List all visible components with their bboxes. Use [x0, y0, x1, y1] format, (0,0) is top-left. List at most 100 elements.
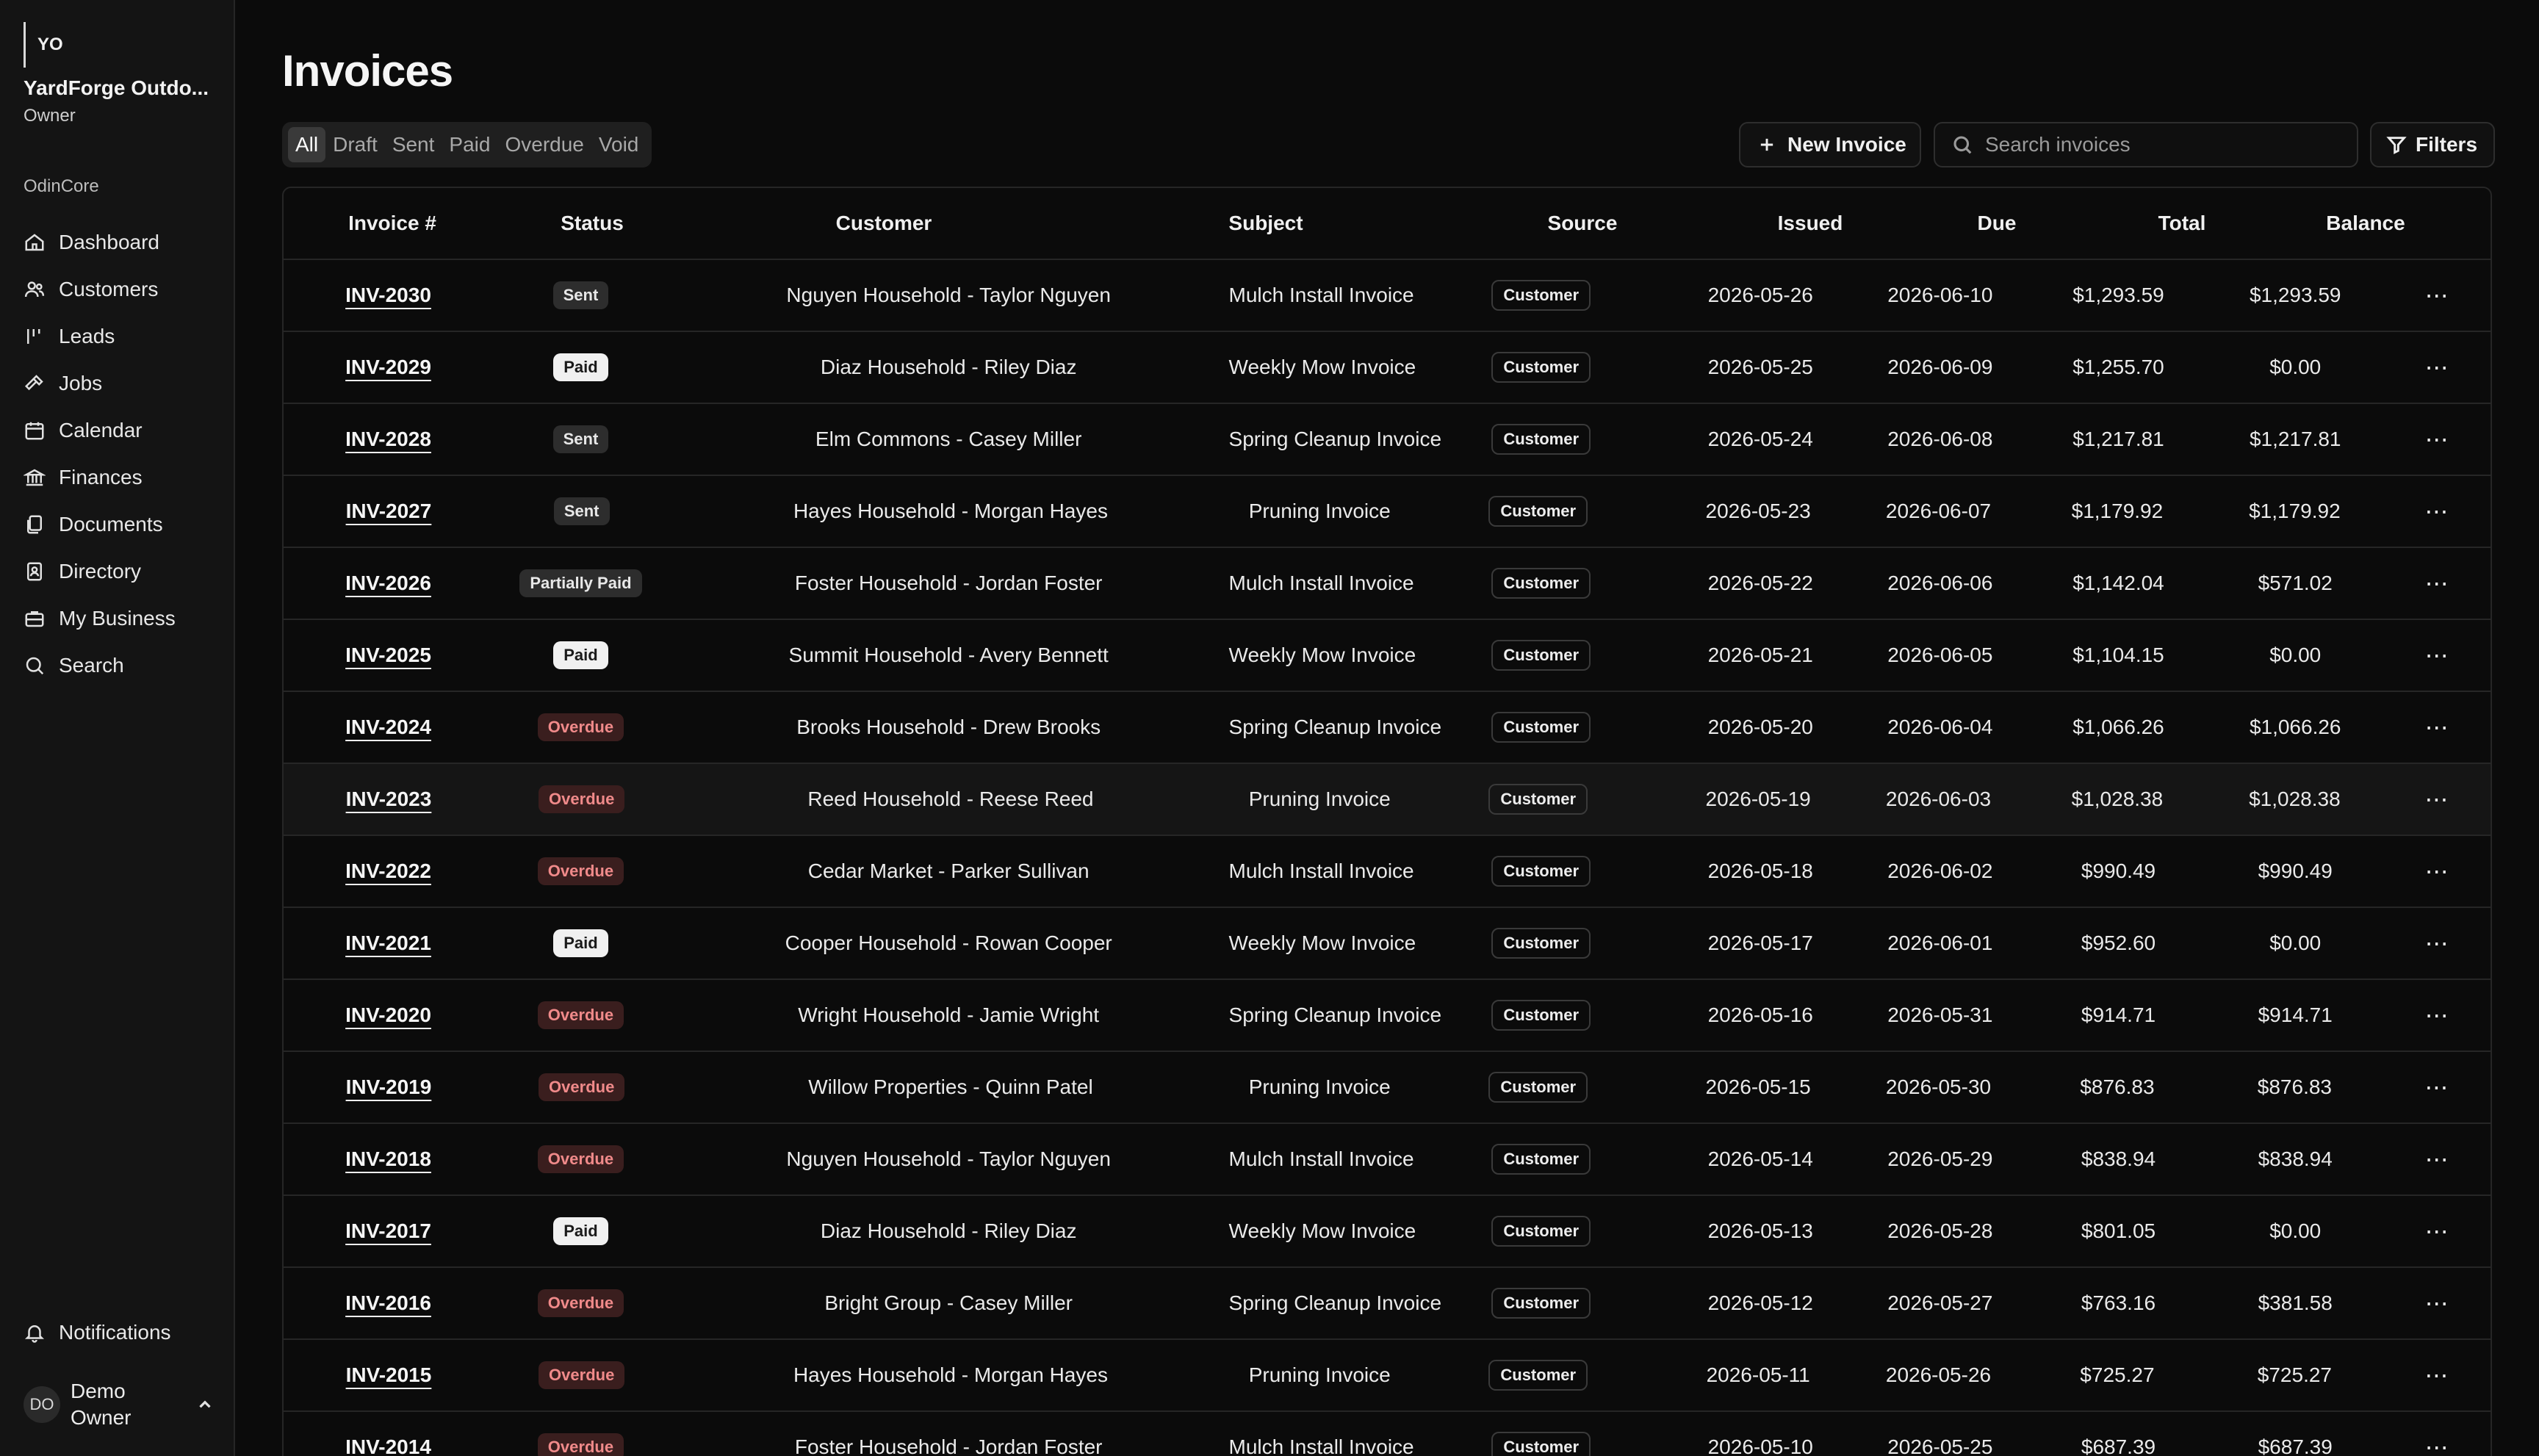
- search-box[interactable]: [1934, 122, 2358, 167]
- sidebar-item-my-business[interactable]: My Business: [24, 595, 222, 642]
- invoice-link[interactable]: INV-2023: [346, 788, 432, 810]
- tab-paid[interactable]: Paid: [442, 127, 497, 162]
- table-row[interactable]: INV-2014 Overdue Foster Household - Jordan…: [284, 1412, 2491, 1456]
- more-horizontal-icon[interactable]: ⋯: [2425, 354, 2450, 381]
- sidebar-item-jobs[interactable]: Jobs: [24, 360, 222, 407]
- tab-void[interactable]: Void: [591, 127, 647, 162]
- sidebar-item-dashboard[interactable]: Dashboard: [24, 219, 222, 266]
- org-name: YardForge Outdo...: [24, 76, 209, 99]
- briefcase-icon: [25, 611, 44, 627]
- more-horizontal-icon[interactable]: ⋯: [2425, 1362, 2450, 1388]
- invoice-link[interactable]: INV-2014: [345, 1435, 431, 1456]
- table-row[interactable]: INV-2026 Partially Paid Foster Household -…: [284, 548, 2491, 620]
- tab-all[interactable]: All: [288, 127, 326, 162]
- more-horizontal-icon[interactable]: ⋯: [2425, 714, 2450, 740]
- sidebar: YO YardForge Outdo... Owner OdinCore Das…: [0, 0, 235, 1456]
- balance-cell: $838.94: [2258, 1147, 2333, 1170]
- tab-sent[interactable]: Sent: [385, 127, 442, 162]
- invoice-link[interactable]: INV-2026: [345, 572, 431, 594]
- tab-overdue[interactable]: Overdue: [497, 127, 591, 162]
- source-cell: Customer: [1408, 1360, 1668, 1391]
- balance-cell: $725.27: [2257, 1363, 2332, 1386]
- column-header[interactable]: Balance: [2273, 212, 2458, 235]
- more-horizontal-icon[interactable]: ⋯: [2425, 858, 2450, 884]
- balance-cell: $914.71: [2258, 1003, 2333, 1026]
- sidebar-item-calendar[interactable]: Calendar: [24, 407, 222, 454]
- table-row[interactable]: INV-2015 Overdue Hayes Household - Morgan …: [284, 1340, 2491, 1412]
- invoice-link[interactable]: INV-2022: [345, 859, 431, 882]
- more-horizontal-icon[interactable]: ⋯: [2425, 786, 2450, 812]
- invoice-link[interactable]: INV-2019: [346, 1075, 432, 1098]
- column-header[interactable]: Source: [1447, 212, 1718, 235]
- tab-draft[interactable]: Draft: [325, 127, 385, 162]
- sidebar-item-leads[interactable]: Leads: [24, 313, 222, 360]
- more-horizontal-icon[interactable]: ⋯: [2425, 1218, 2450, 1244]
- more-horizontal-icon[interactable]: ⋯: [2425, 1434, 2450, 1456]
- column-header[interactable]: Total: [2091, 212, 2273, 235]
- due-cell: 2026-05-31: [1887, 1003, 1993, 1026]
- user-menu[interactable]: DO Demo Owner: [24, 1378, 215, 1431]
- column-header[interactable]: Subject: [1084, 212, 1447, 235]
- table-row[interactable]: INV-2017 Paid Diaz Household - Riley Diaz W…: [284, 1196, 2491, 1268]
- invoice-link[interactable]: INV-2029: [345, 356, 431, 378]
- invoice-link[interactable]: INV-2028: [345, 428, 431, 450]
- chevron-up-icon[interactable]: [195, 1395, 215, 1414]
- column-header[interactable]: Status: [501, 212, 683, 235]
- table-row[interactable]: INV-2027 Sent Hayes Household - Morgan Hay…: [284, 476, 2491, 548]
- sidebar-item-directory[interactable]: Directory: [24, 548, 222, 595]
- more-horizontal-icon[interactable]: ⋯: [2425, 1074, 2450, 1100]
- more-horizontal-icon[interactable]: ⋯: [2425, 1002, 2450, 1028]
- more-horizontal-icon[interactable]: ⋯: [2425, 426, 2450, 453]
- subject-cell: Weekly Mow Invoice: [1228, 644, 1416, 666]
- sidebar-item-search[interactable]: Search: [24, 642, 222, 689]
- table-row[interactable]: INV-2020 Overdue Wright Household - Jamie …: [284, 980, 2491, 1052]
- status-badge: Overdue: [537, 1001, 624, 1029]
- table-row[interactable]: INV-2019 Overdue Willow Properties - Quinn…: [284, 1052, 2491, 1124]
- more-horizontal-icon[interactable]: ⋯: [2425, 930, 2450, 956]
- more-horizontal-icon[interactable]: ⋯: [2425, 498, 2450, 525]
- subject-cell: Spring Cleanup Invoice: [1228, 716, 1442, 738]
- column-header[interactable]: Due: [1903, 212, 2091, 235]
- table-row[interactable]: INV-2029 Paid Diaz Household - Riley Diaz W…: [284, 332, 2491, 404]
- invoice-link[interactable]: INV-2017: [345, 1219, 431, 1242]
- invoice-link[interactable]: INV-2018: [345, 1147, 431, 1170]
- table-row[interactable]: INV-2028 Sent Elm Commons - Casey Miller Sp…: [284, 404, 2491, 476]
- column-header[interactable]: Invoice #: [284, 212, 501, 235]
- filters-button[interactable]: Filters: [2370, 122, 2495, 167]
- table-row[interactable]: INV-2024 Overdue Brooks Household - Drew B…: [284, 692, 2491, 764]
- status-cell: Sent: [493, 425, 669, 453]
- more-horizontal-icon[interactable]: ⋯: [2425, 1146, 2450, 1172]
- more-horizontal-icon[interactable]: ⋯: [2425, 1290, 2450, 1316]
- invoice-link[interactable]: INV-2020: [345, 1003, 431, 1026]
- invoice-link[interactable]: INV-2030: [345, 284, 431, 306]
- table-row[interactable]: INV-2023 Overdue Reed Household - Reese Re…: [284, 764, 2491, 836]
- table-row[interactable]: INV-2016 Overdue Bright Group - Casey Mill…: [284, 1268, 2491, 1340]
- notifications-label: Notifications: [59, 1321, 171, 1344]
- issued-cell: 2026-05-22: [1707, 572, 1813, 594]
- more-horizontal-icon[interactable]: ⋯: [2425, 570, 2450, 597]
- table-row[interactable]: INV-2030 Sent Nguyen Household - Taylor Ng…: [284, 260, 2491, 332]
- search-input[interactable]: [1985, 133, 2338, 156]
- org-switcher[interactable]: YO YardForge Outdo... Owner: [24, 22, 209, 126]
- table-row[interactable]: INV-2021 Paid Cooper Household - Rowan Coo…: [284, 908, 2491, 980]
- notifications-link[interactable]: Notifications: [24, 1321, 171, 1344]
- column-header[interactable]: Issued: [1718, 212, 1903, 235]
- more-horizontal-icon[interactable]: ⋯: [2425, 642, 2450, 668]
- table-row[interactable]: INV-2018 Overdue Nguyen Household - Taylor…: [284, 1124, 2491, 1196]
- column-header[interactable]: Customer: [683, 212, 1084, 235]
- table-row[interactable]: INV-2025 Paid Summit Household - Avery Ben…: [284, 620, 2491, 692]
- new-invoice-button[interactable]: New Invoice: [1739, 122, 1921, 167]
- more-horizontal-icon[interactable]: ⋯: [2425, 282, 2450, 309]
- invoice-link[interactable]: INV-2016: [345, 1291, 431, 1314]
- table-row[interactable]: INV-2022 Overdue Cedar Market - Parker Sul…: [284, 836, 2491, 908]
- invoice-link[interactable]: INV-2027: [346, 500, 432, 522]
- invoice-link[interactable]: INV-2024: [345, 716, 431, 738]
- status-cell: Overdue: [493, 713, 669, 741]
- sidebar-item-finances[interactable]: Finances: [24, 454, 222, 501]
- invoice-link[interactable]: INV-2021: [345, 931, 431, 954]
- invoice-link[interactable]: INV-2025: [345, 644, 431, 666]
- sidebar-item-customers[interactable]: Customers: [24, 266, 222, 313]
- sidebar-item-documents[interactable]: Documents: [24, 501, 222, 548]
- balance-cell: $1,066.26: [2249, 716, 2341, 738]
- invoice-link[interactable]: INV-2015: [346, 1363, 432, 1386]
